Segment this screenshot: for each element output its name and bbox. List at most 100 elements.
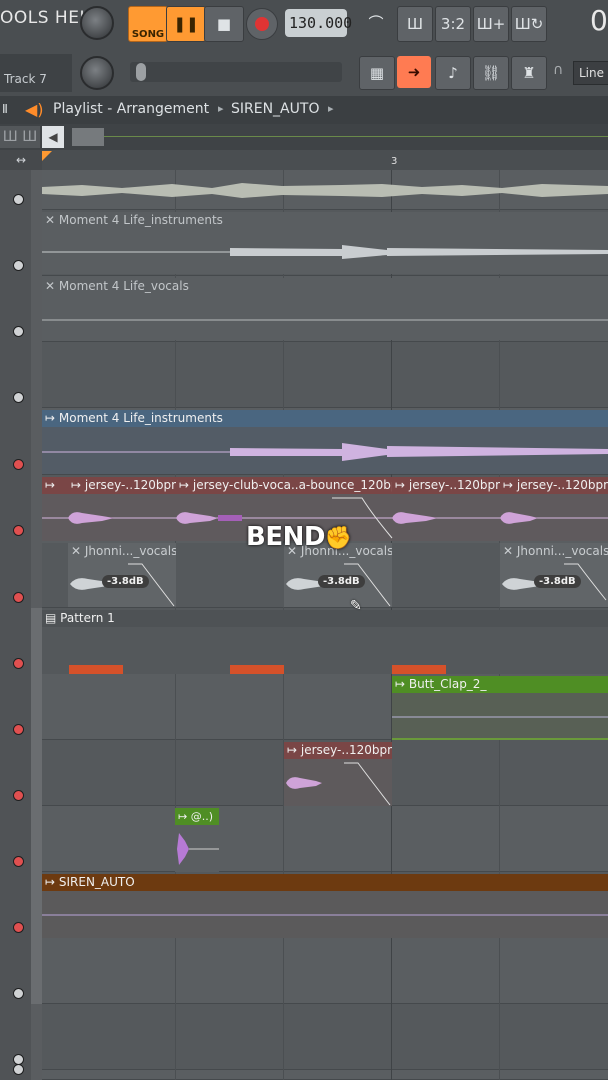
track-color-strip (31, 938, 42, 1004)
track-color-strip (31, 740, 42, 806)
audio-clip-jersey-5[interactable]: ↦ jersey-..120bpm (284, 742, 392, 806)
metronome-icon: ⌒ (368, 14, 384, 32)
track-lane[interactable] (42, 938, 608, 1004)
note-block (392, 665, 446, 674)
clip-title: ↦ jersey-..120bpm (284, 742, 392, 759)
tempo-display[interactable]: 130.000 (285, 9, 352, 37)
stop-button[interactable]: ■ (204, 6, 244, 42)
track-mute-led[interactable] (13, 724, 24, 735)
track-color-strip (31, 608, 42, 674)
clip-title: ↦ @..) (175, 808, 219, 825)
scroll-left-button[interactable]: ◀ (42, 126, 64, 148)
volume-badge: -3.8dB (534, 575, 581, 588)
waveform (42, 245, 608, 259)
track-mute-led[interactable] (13, 194, 24, 205)
resize-arrows-icon[interactable]: ↔ (0, 150, 42, 170)
playlist-navbar: Ш Ш ◀ (0, 124, 608, 150)
breadcrumb-arrow[interactable]: ▸ (328, 102, 334, 115)
playlist-title: Playlist - Arrangement (53, 101, 210, 117)
track-mute-led[interactable] (13, 988, 24, 999)
record-icon (255, 17, 269, 31)
playhead-marker[interactable] (42, 151, 52, 161)
slide-icon: ♪ (448, 64, 458, 82)
track-label: Track 7 (4, 72, 47, 86)
pause-button[interactable]: ❚❚ (166, 6, 206, 42)
stop-icon: ■ (216, 15, 232, 33)
playlist-titlebar: Ⅱ ◀) Playlist - Arrangement ▸ SIREN_AUTO… (0, 96, 608, 124)
countdown-button[interactable]: 3:2 (435, 6, 471, 42)
track-mute-led[interactable] (13, 922, 24, 933)
audio-clip-instruments-active[interactable]: ↦ Moment 4 Life_instruments (42, 410, 608, 474)
slider-handle[interactable] (136, 63, 146, 81)
track-mute-led[interactable] (13, 525, 24, 536)
link-button[interactable]: ⛓ (473, 56, 509, 90)
automation-clip-siren[interactable]: ↦ SIREN_AUTO (42, 874, 608, 938)
pattern-clip[interactable]: ▤ Pattern 1 (42, 610, 608, 674)
piano-clock-icon: Ш (406, 15, 424, 33)
pattern-name[interactable]: SIREN_AUTO (231, 101, 319, 117)
metronome-button[interactable]: ⌒ (359, 6, 393, 40)
slide-button[interactable]: ♪ (435, 56, 471, 90)
speaker-icon[interactable]: ◀) (25, 100, 44, 119)
audio-clip-jhonni-1[interactable]: ✕ Jhonni..._vocals -3.8dB (68, 543, 176, 607)
volume-badge: -3.8dB (102, 575, 149, 588)
blend-notes-button[interactable]: Ш↻ (511, 6, 547, 42)
track-color-strip (31, 210, 42, 276)
track-mute-led[interactable] (13, 326, 24, 337)
note-block (230, 665, 284, 674)
track-mute-led[interactable] (13, 459, 24, 470)
track-color-strip (31, 541, 42, 608)
track-mute-led[interactable] (13, 658, 24, 669)
master-pitch-knob[interactable] (80, 56, 114, 90)
clip-title: ▤ Pattern 1 (42, 610, 608, 627)
track-color-strip (31, 806, 42, 872)
track-mute-led[interactable] (13, 592, 24, 603)
clip-title: ↦ Butt_Clap_2_ (392, 676, 608, 693)
position-slider[interactable] (130, 62, 342, 82)
step-mode-button[interactable]: ➜ (397, 56, 431, 88)
track-color-strip (31, 1004, 42, 1070)
audio-clip-small[interactable]: ↦ @..) (175, 808, 219, 872)
piano-roll-button[interactable]: ▦ (359, 56, 395, 90)
track-mute-led[interactable] (13, 392, 24, 403)
main-toolbar: OOLS HELP SONG ❚❚ ■ 130.000 ⌒ Ш 3:2 Ш+ Ш… (0, 0, 608, 96)
timeline-ruler[interactable]: 3 (42, 150, 608, 170)
menu-icon[interactable]: Ⅱ (2, 102, 8, 116)
jhonni-vocals-row: ✕ Jhonni..._vocals -3.8dB ✕ Jhonni..._vo… (42, 543, 608, 607)
snap-selector[interactable]: Line (573, 61, 608, 85)
track-lane[interactable] (42, 1070, 608, 1080)
track-lane[interactable] (42, 342, 608, 408)
step-edit-button[interactable]: Ш+ (473, 6, 509, 42)
master-volume-knob[interactable] (80, 6, 114, 40)
track-lane[interactable] (42, 806, 608, 872)
track-mute-led[interactable] (13, 790, 24, 801)
track-color-strip (31, 674, 42, 740)
wait-input-button[interactable]: Ш (397, 6, 433, 42)
song-mode-button[interactable]: SONG (128, 6, 168, 42)
stamp-button[interactable]: ♜ (511, 56, 547, 90)
track-mute-led[interactable] (13, 1064, 24, 1075)
note-block (69, 665, 123, 674)
bar-number: 3 (391, 156, 398, 167)
track-color-strip (31, 276, 42, 342)
record-button[interactable] (246, 8, 278, 40)
track-piano-icon[interactable]: Ш Ш (0, 126, 40, 148)
track-color-strip (31, 342, 42, 408)
magnet-icon: ∩ (553, 62, 564, 78)
track-mute-led[interactable] (13, 260, 24, 271)
overview-scroll-handle[interactable] (72, 128, 104, 146)
audio-clip-instruments[interactable]: ✕ Moment 4 Life_instruments (42, 212, 608, 274)
track-lane[interactable] (42, 1004, 608, 1070)
audio-clip-jhonni-3[interactable]: ✕ Jhonni..._vocals -3.8dB (500, 543, 608, 607)
audio-clip-jhonni-2[interactable]: ✕ Jhonni..._vocals -3.8dB (284, 543, 392, 607)
audio-clip-butt-clap[interactable]: ↦ Butt_Clap_2_ (392, 676, 608, 740)
audio-clip-master[interactable] (42, 172, 608, 210)
hint-panel: Track 7 (0, 54, 72, 92)
track-mute-led[interactable] (13, 856, 24, 867)
audio-clip-vocals[interactable]: ✕ Moment 4 Life_vocals (42, 278, 608, 340)
piano-plus-icon: Ш+ (476, 15, 506, 33)
overview-strip (104, 136, 608, 137)
overlay-caption: BEND✊ (246, 522, 352, 552)
stamp-icon: ♜ (522, 64, 536, 82)
time-display: 0 (590, 4, 608, 37)
